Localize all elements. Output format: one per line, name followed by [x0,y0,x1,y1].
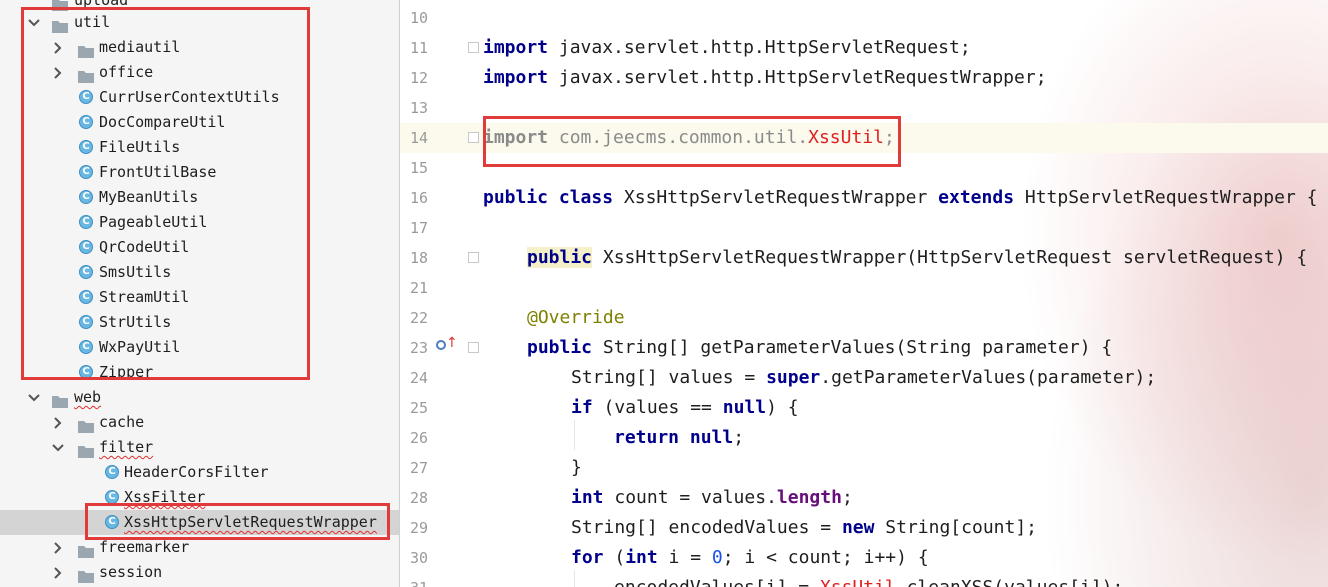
code-line: String[] encodedValues = new String[coun… [571,517,1038,538]
line-number: 16 [409,189,428,207]
fold-marker[interactable] [468,42,479,53]
tree-label: web [74,388,102,406]
chevron-down-icon[interactable] [52,435,64,460]
folder-icon [78,541,94,558]
chevron-right-icon[interactable] [52,535,64,560]
folder-icon [52,391,68,408]
line-number: 17 [409,219,428,237]
line-number: 13 [409,99,428,117]
tree-label: cache [99,413,145,431]
line-number: 24 [409,369,428,387]
code-line: encodedValues[i] = XssUtil.cleanXSS(valu… [614,573,1123,587]
folder-icon [78,416,94,433]
editor-background-image [998,0,1328,587]
annotation-box-import [483,116,901,167]
line-gutter: 10 11 12 13 14 15 16 17 18 21 22 23 24 2… [400,0,460,587]
chevron-right-icon[interactable] [52,560,64,585]
line-number: 15 [409,159,428,177]
line-number: 27 [409,459,428,477]
code-line: import javax.servlet.http.HttpServletReq… [483,37,971,58]
line-number: 22 [409,309,428,327]
line-number: 14 [409,129,428,147]
line-number: 21 [409,279,428,297]
line-number: 28 [409,489,428,507]
annotation-box-util [21,7,310,380]
tree-label: HeaderCorsFilter [124,463,269,481]
folder-icon [78,566,94,583]
fold-marker[interactable] [468,132,479,143]
line-number: 30 [409,549,428,567]
tree-row-filter[interactable]: filter [0,435,399,460]
folder-icon [52,0,68,11]
line-number: 25 [409,399,428,417]
annotation-box-wrapper [85,503,390,540]
code-line: if (values == null) { [571,397,799,418]
indent-guide [574,420,575,450]
code-line: public class XssHttpServletRequestWrappe… [483,187,1318,208]
tree-row-session[interactable]: session [0,560,399,585]
tree-label: session [99,563,163,581]
code-line: } [571,457,582,478]
arrow-up-icon[interactable]: ↑ [446,336,458,350]
code-line: int count = values.length; [571,487,853,508]
tree-row-web[interactable]: web [0,385,399,410]
line-number: 12 [409,69,428,87]
fold-marker[interactable] [468,342,479,353]
tree-row-class[interactable]: C HeaderCorsFilter [0,460,399,485]
code-line: public XssHttpServletRequestWrapper(Http… [527,247,1308,268]
fold-expand-icon[interactable] [468,252,479,263]
line-number: 23 [409,339,428,357]
folder-icon [78,441,94,458]
code-editor[interactable]: 10 11 12 13 14 15 16 17 18 21 22 23 24 2… [400,0,1328,587]
line-number: 29 [409,519,428,537]
class-icon: C [105,490,119,504]
tree-row-cache[interactable]: cache [0,410,399,435]
override-method-icon[interactable] [436,340,446,350]
line-number: 11 [409,39,428,57]
chevron-right-icon[interactable] [52,410,64,435]
line-number: 31 [400,573,428,587]
chevron-down-icon[interactable] [28,385,40,410]
project-tree: upload util mediautil office C CurrUserCo… [0,0,399,587]
line-number: 26 [409,429,428,447]
code-line: import javax.servlet.http.HttpServletReq… [483,67,1047,88]
code-line: public String[] getParameterValues(Strin… [527,337,1113,358]
tree-label: filter [99,438,154,456]
code-line: for (int i = 0; i < count; i++) { [571,547,929,568]
code-line: @Override [527,307,625,328]
line-number: 10 [409,9,428,27]
class-icon: C [105,465,119,479]
code-line: return null; [614,427,745,448]
code-line: String[] values = super.getParameterValu… [571,367,1157,388]
line-number: 18 [409,249,428,267]
